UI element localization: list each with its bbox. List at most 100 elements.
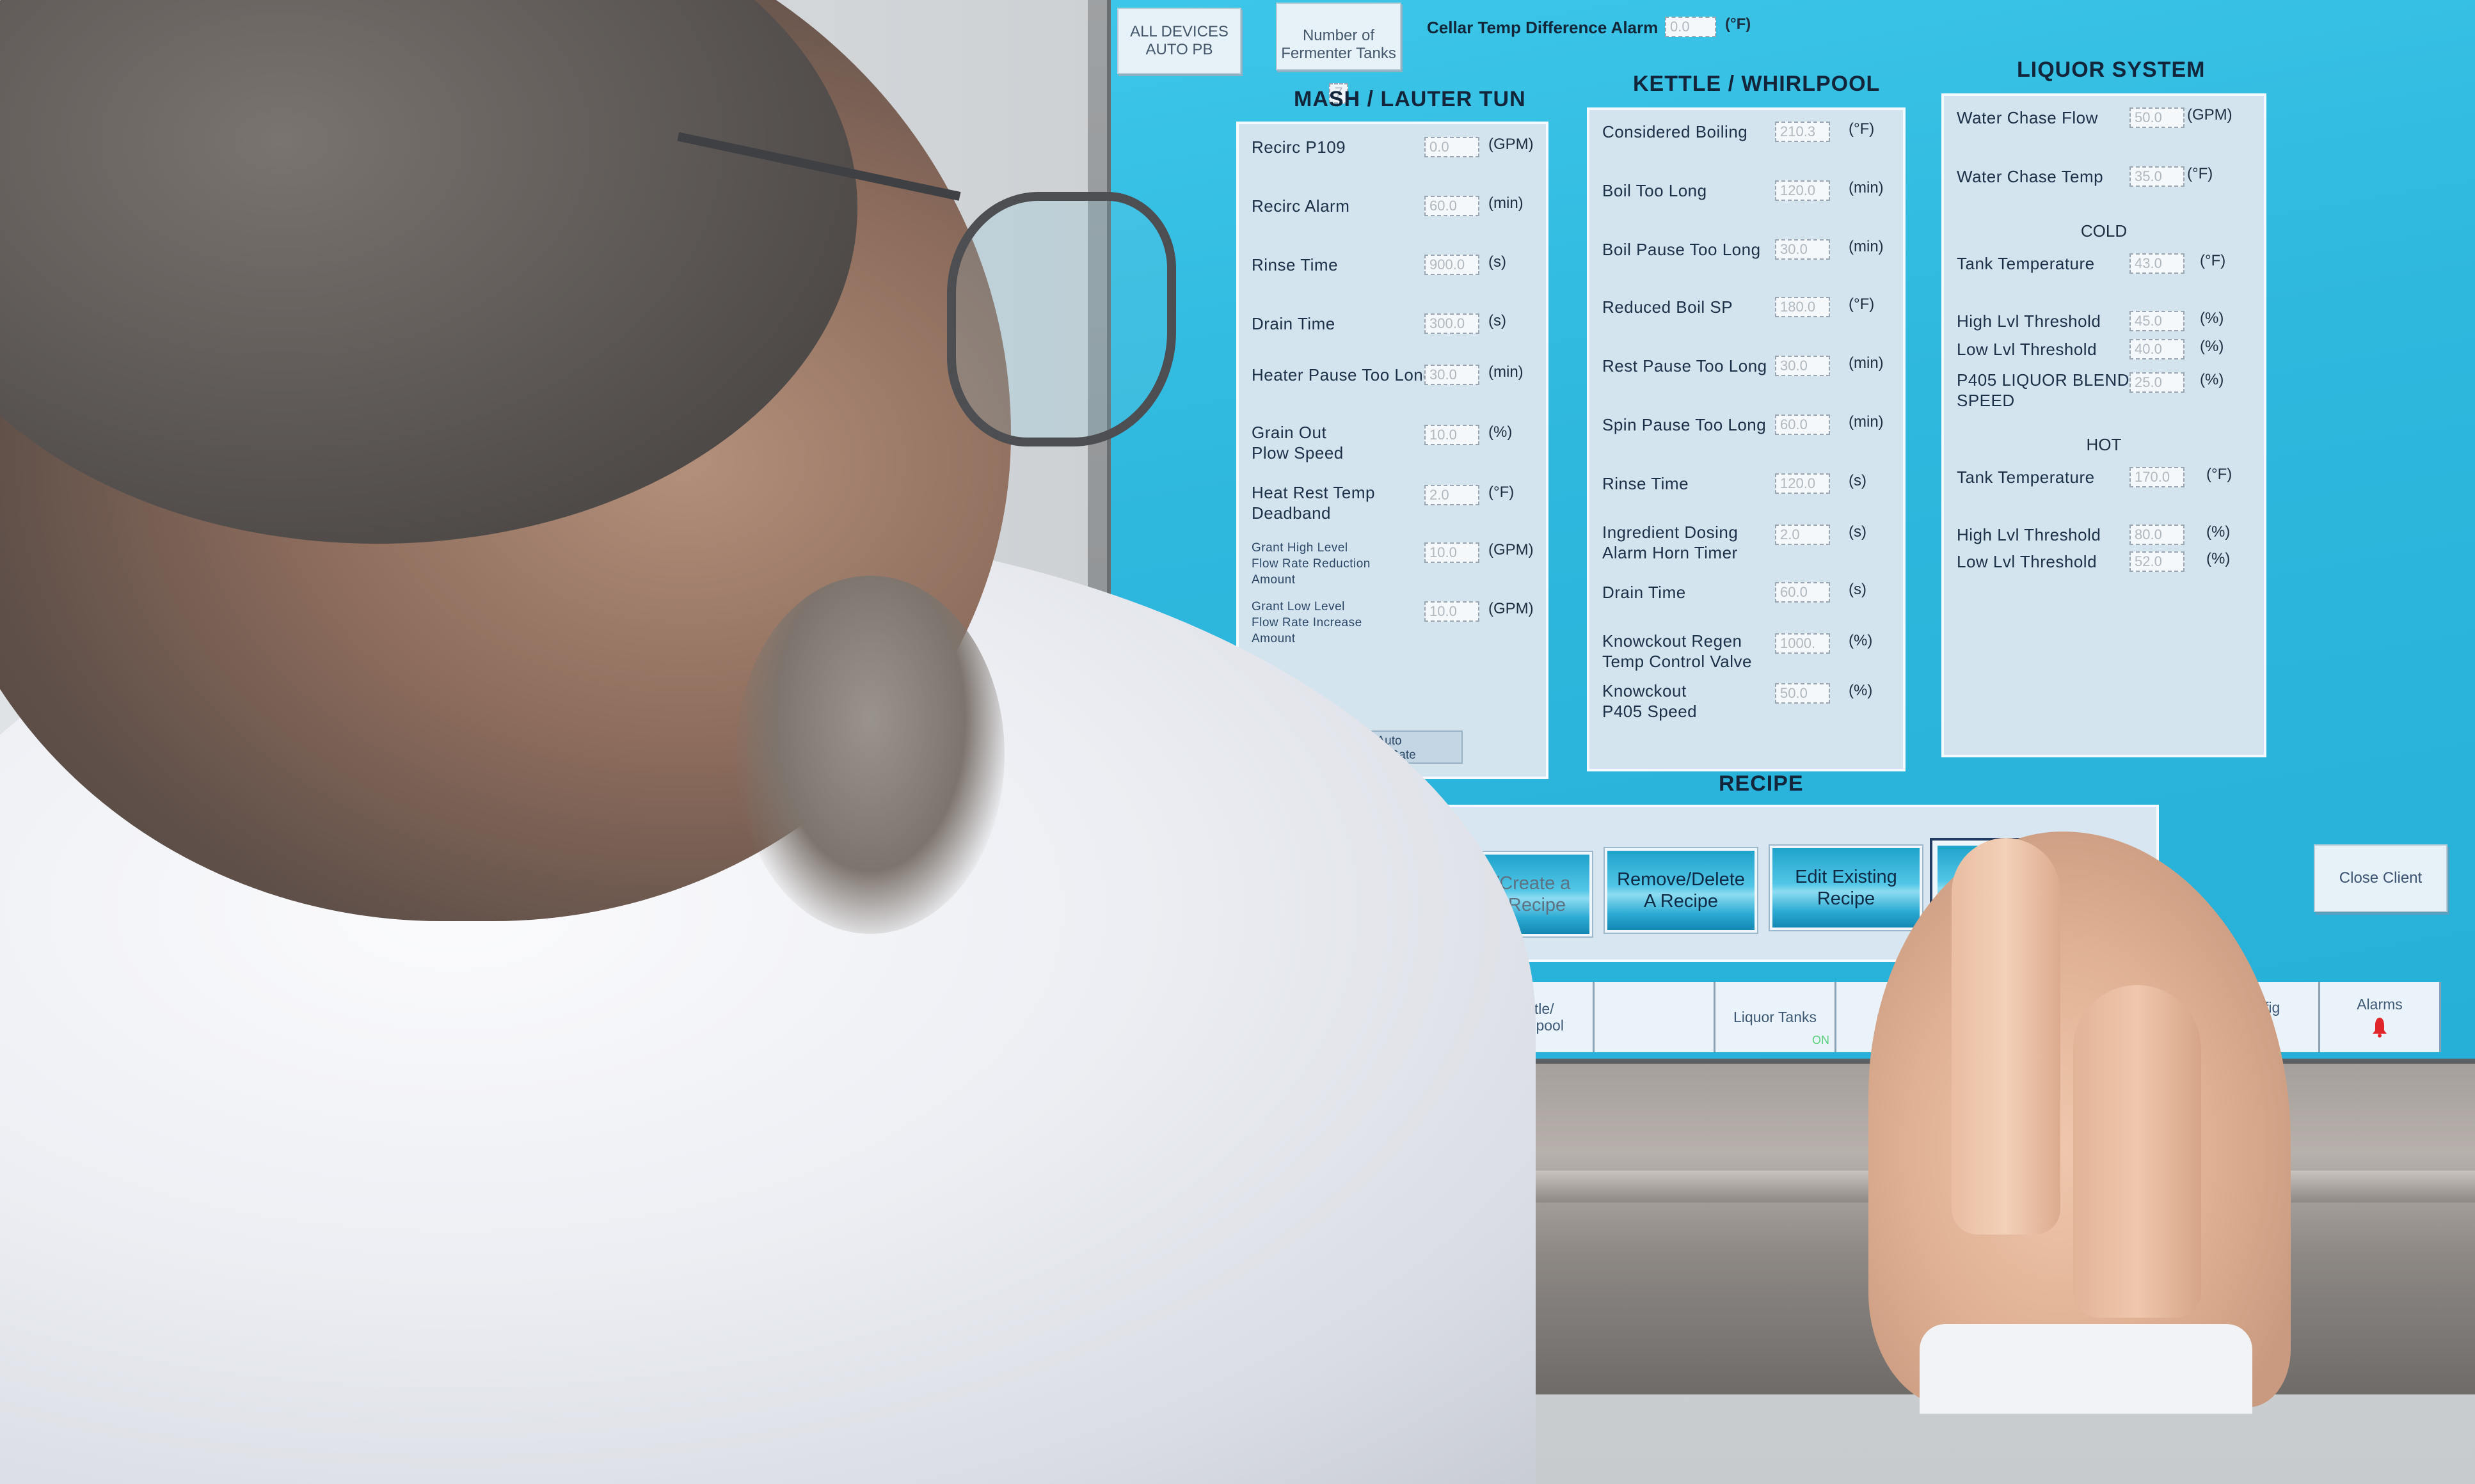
parameter-input[interactable]: 10.0 [1424,601,1479,622]
parameter-label: Tank Temperature [1957,468,2095,487]
parameter-input[interactable]: 300.0 [1424,313,1479,334]
parameter-unit: (%) [1488,423,1513,441]
parameter-input[interactable]: 0.0 [1424,137,1479,157]
parameter-unit: (min) [1849,413,1884,430]
parameter-label: Rinse Time [1602,474,1689,493]
glasses [947,192,1176,446]
parameter-input[interactable]: 60.0 [1424,196,1479,216]
parameter-unit: (°F) [2206,466,2232,483]
parameter-unit: (s) [1488,312,1506,329]
kettle-panel: Considered Boiling 210.3 (°F) Boil Too Long… [1587,107,1906,771]
nav-tab[interactable]: Liquor Tanks ON [1715,982,1836,1052]
parameter-input[interactable]: 2.0 [1424,485,1479,505]
parameter-label: Low Lvl Threshold [1957,552,2097,571]
parameter-label: Grain Out Plow Speed [1252,423,1344,462]
parameter-input[interactable]: 60.0 [1775,582,1830,603]
parameter-unit: (s) [1849,472,1866,489]
parameter-unit: (°F) [1488,484,1515,501]
liquor-panel: Water Chase Flow 50.0 (GPM) Water Chase Tem… [1941,93,2266,757]
parameter-label: High Lvl Threshold [1957,312,2101,331]
parameter-unit: (s) [1488,253,1506,271]
parameter-label: Reduced Boil SP [1602,297,1733,317]
parameter-label: Heat Rest Temp Deadband [1252,483,1375,523]
person-beard [736,576,1005,934]
parameter-unit: (s) [1849,581,1866,598]
parameter-unit: (%) [1849,632,1873,649]
parameter-label: Drain Time [1602,583,1686,602]
parameter-label: Low Lvl Threshold [1957,340,2097,359]
nav-tab[interactable]: Alarms [2320,982,2441,1052]
parameter-input[interactable]: 25.0 [2129,372,2185,393]
parameter-label: Recirc P109 [1252,138,1346,157]
cellar-alarm-unit: (°F) [1725,15,1751,33]
parameter-label: Recirc Alarm [1252,196,1350,216]
parameter-input[interactable]: 1000. [1775,633,1830,654]
parameter-unit: (%) [2206,550,2231,567]
parameter-label: Rinse Time [1252,255,1339,274]
parameter-input[interactable]: 80.0 [2129,525,2185,545]
parameter-input[interactable]: 45.0 [2129,311,2185,331]
parameter-input[interactable]: 35.0 [2129,166,2185,187]
parameter-input[interactable]: 30.0 [1775,356,1830,376]
parameter-input[interactable]: 30.0 [1424,365,1479,385]
edit-recipe-button[interactable]: Edit Existing Recipe [1770,846,1922,930]
parameter-label: Drain Time [1252,314,1335,333]
parameter-label: Grant Low Level Flow Rate Increase Amoun… [1252,600,1362,645]
parameter-unit: (min) [1488,363,1524,381]
parameter-label: Spin Pause Too Long [1602,415,1767,434]
parameter-unit: (°F) [2187,165,2213,182]
fermenter-tanks-control: Number of Fermenter Tanks 7 [1276,3,1401,104]
parameter-input[interactable]: 120.0 [1775,180,1830,201]
parameter-label: Boil Too Long [1602,181,1707,200]
parameter-unit: (GPM) [1488,600,1534,617]
parameter-input[interactable]: 170.0 [2129,467,2185,487]
fermenter-tanks-label: Number of Fermenter Tanks [1281,27,1396,62]
parameter-unit: (min) [1849,354,1884,372]
parameter-input[interactable]: 52.0 [2129,551,2185,572]
parameter-label: Heater Pause Too Long [1252,365,1433,384]
parameter-label: Knowckout Regen Temp Control Valve [1602,631,1752,671]
parameter-label: High Lvl Threshold [1957,525,2101,544]
parameter-unit: (°F) [1849,296,1875,313]
kettle-title: KETTLE / WHIRLPOOL [1633,72,1881,96]
parameter-input[interactable]: 50.0 [1775,683,1830,704]
parameter-label: Boil Pause Too Long [1602,240,1761,259]
recipe-title: RECIPE [1719,771,1804,796]
shirt-cuff [1920,1324,2252,1414]
close-client-button[interactable]: Close Client [2314,844,2447,912]
parameter-unit: (GPM) [1488,136,1534,153]
parameter-unit: (°F) [2200,252,2226,269]
parameter-input[interactable]: 10.0 [1424,542,1479,563]
status-indicator: ON [1812,1034,1829,1046]
parameter-input[interactable]: 210.3 [1775,122,1830,142]
parameter-unit: (GPM) [2187,106,2232,123]
parameter-label: Grant High Level Flow Rate Reduction Amo… [1252,541,1371,587]
delete-recipe-button[interactable]: Remove/Delete A Recipe [1605,848,1757,933]
parameter-input[interactable]: 10.0 [1424,425,1479,445]
parameter-input[interactable]: 900.0 [1424,255,1479,275]
parameter-input[interactable]: 30.0 [1775,239,1830,260]
liquor-title: LIQUOR SYSTEM [2017,58,2206,82]
parameter-unit: (s) [1849,523,1866,541]
parameter-label: Water Chase Temp [1957,167,2104,186]
parameter-input[interactable]: 2.0 [1775,525,1830,545]
mash-title: MASH / LAUTER TUN [1294,87,1526,111]
parameter-input[interactable]: 40.0 [2129,339,2185,359]
all-devices-auto-button[interactable]: ALL DEVICES AUTO PB [1117,8,1241,74]
parameter-input[interactable]: 43.0 [2129,253,2185,274]
parameter-label: Tank Temperature [1957,254,2095,273]
nav-tab[interactable] [1595,982,1715,1052]
parameter-input[interactable]: 180.0 [1775,297,1830,317]
parameter-label: Ingredient Dosing Alarm Horn Timer [1602,523,1739,562]
parameter-unit: (min) [1849,179,1884,196]
parameter-input[interactable]: 60.0 [1775,414,1830,435]
parameter-label: Considered Boiling [1602,122,1748,141]
parameter-unit: (%) [2200,338,2224,355]
subsection-heading: HOT [2086,435,2122,454]
parameter-label: P405 LIQUOR BLEND SPEED [1957,370,2130,410]
cellar-alarm-input[interactable]: 0.0 [1665,17,1716,37]
parameter-label: Knowckout P405 Speed [1602,681,1698,721]
parameter-unit: (%) [2200,371,2224,388]
parameter-input[interactable]: 50.0 [2129,107,2185,128]
parameter-input[interactable]: 120.0 [1775,473,1830,494]
